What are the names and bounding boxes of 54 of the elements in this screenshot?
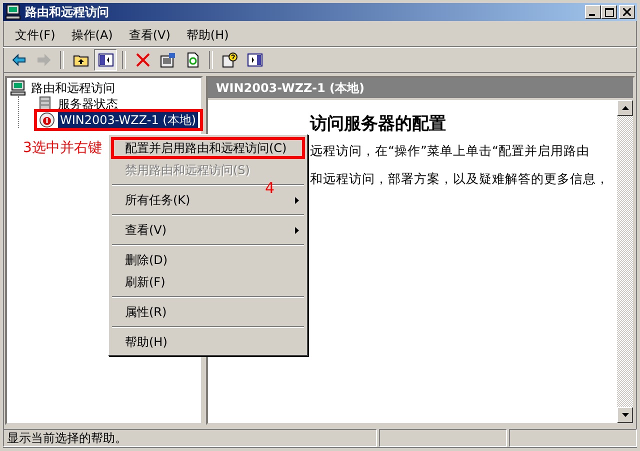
menu-item[interactable]: 操作(A) bbox=[65, 26, 119, 44]
vertical-scrollbar[interactable] bbox=[617, 100, 633, 423]
menu-item-label: 查看(V) bbox=[125, 222, 167, 238]
tree-label: WIN2003-WZZ-1 (本地) bbox=[58, 112, 198, 128]
details-text: 远程访问，在“操作”菜单上单击“配置并启用路由 bbox=[310, 142, 590, 160]
status-text: 显示当前选择的帮助。 bbox=[3, 429, 377, 447]
server-icon bbox=[39, 112, 55, 128]
details-text: 和远程访问，部署方案，以及疑难解答的更多信息， bbox=[310, 170, 610, 188]
maximize-button[interactable] bbox=[601, 5, 617, 19]
panes-icon bbox=[98, 52, 114, 68]
computer-icon bbox=[5, 4, 21, 20]
help-icon bbox=[222, 52, 238, 68]
refresh-icon bbox=[184, 52, 200, 68]
menu-item[interactable]: 帮助(H) bbox=[180, 26, 235, 44]
left-arrow-icon bbox=[10, 52, 26, 68]
menu-item[interactable]: 查看(V) bbox=[122, 26, 176, 44]
tree-item[interactable]: WIN2003-WZZ-1 (本地) bbox=[37, 112, 200, 128]
right-arrow-icon bbox=[36, 52, 52, 68]
scroll-up-button[interactable] bbox=[617, 100, 633, 116]
maximize-icon bbox=[604, 8, 614, 16]
computer-icon bbox=[10, 80, 26, 96]
pane-header-text: WIN2003-WZZ-1 (本地) bbox=[216, 80, 364, 96]
context-menu-item[interactable]: 查看(V) bbox=[111, 219, 305, 241]
context-menu-item[interactable]: 刷新(F) bbox=[111, 271, 305, 293]
minimize-button[interactable] bbox=[585, 5, 601, 19]
menu-item-label: 属性(R) bbox=[125, 304, 167, 320]
context-menu-item[interactable]: 配置并启用路由和远程访问(C) bbox=[111, 137, 305, 159]
context-menu-item[interactable]: 属性(R) bbox=[111, 301, 305, 323]
context-menu-item[interactable]: 删除(D) bbox=[111, 249, 305, 271]
tree-item[interactable]: 路由和远程访问 bbox=[10, 80, 198, 96]
annotation-text: 3选中并右键 bbox=[23, 139, 102, 157]
menu-item-label: 删除(D) bbox=[125, 252, 168, 268]
delete-icon bbox=[134, 52, 150, 68]
submenu-arrow-icon bbox=[295, 196, 299, 204]
context-menu-item[interactable]: 帮助(H) bbox=[111, 331, 305, 353]
scroll-down-button[interactable] bbox=[617, 407, 633, 423]
menu-item-label: 帮助(H) bbox=[125, 334, 168, 350]
close-icon bbox=[623, 8, 631, 16]
menu-item-label: 刷新(F) bbox=[125, 274, 166, 290]
menu-item-label: 所有任务(K) bbox=[125, 192, 190, 208]
details-heading: 访问服务器的配置 bbox=[310, 113, 447, 135]
submenu-arrow-icon bbox=[295, 226, 299, 234]
menu-item-label: 禁用路由和远程访问(S) bbox=[125, 162, 250, 178]
menu-item-label: 配置并启用路由和远程访问(C) bbox=[125, 140, 287, 156]
close-button[interactable] bbox=[619, 5, 635, 19]
down-arrow-icon bbox=[622, 413, 628, 417]
panes-icon bbox=[246, 52, 262, 68]
toolbar-button[interactable] bbox=[94, 49, 117, 71]
window-title: 路由和远程访问 bbox=[25, 4, 110, 20]
menu-item[interactable]: 文件(F) bbox=[9, 26, 62, 44]
tree-label: 路由和远程访问 bbox=[30, 80, 116, 96]
properties-icon bbox=[160, 52, 176, 68]
annotation-text: 4 bbox=[265, 179, 275, 197]
up-arrow-icon bbox=[622, 106, 628, 110]
